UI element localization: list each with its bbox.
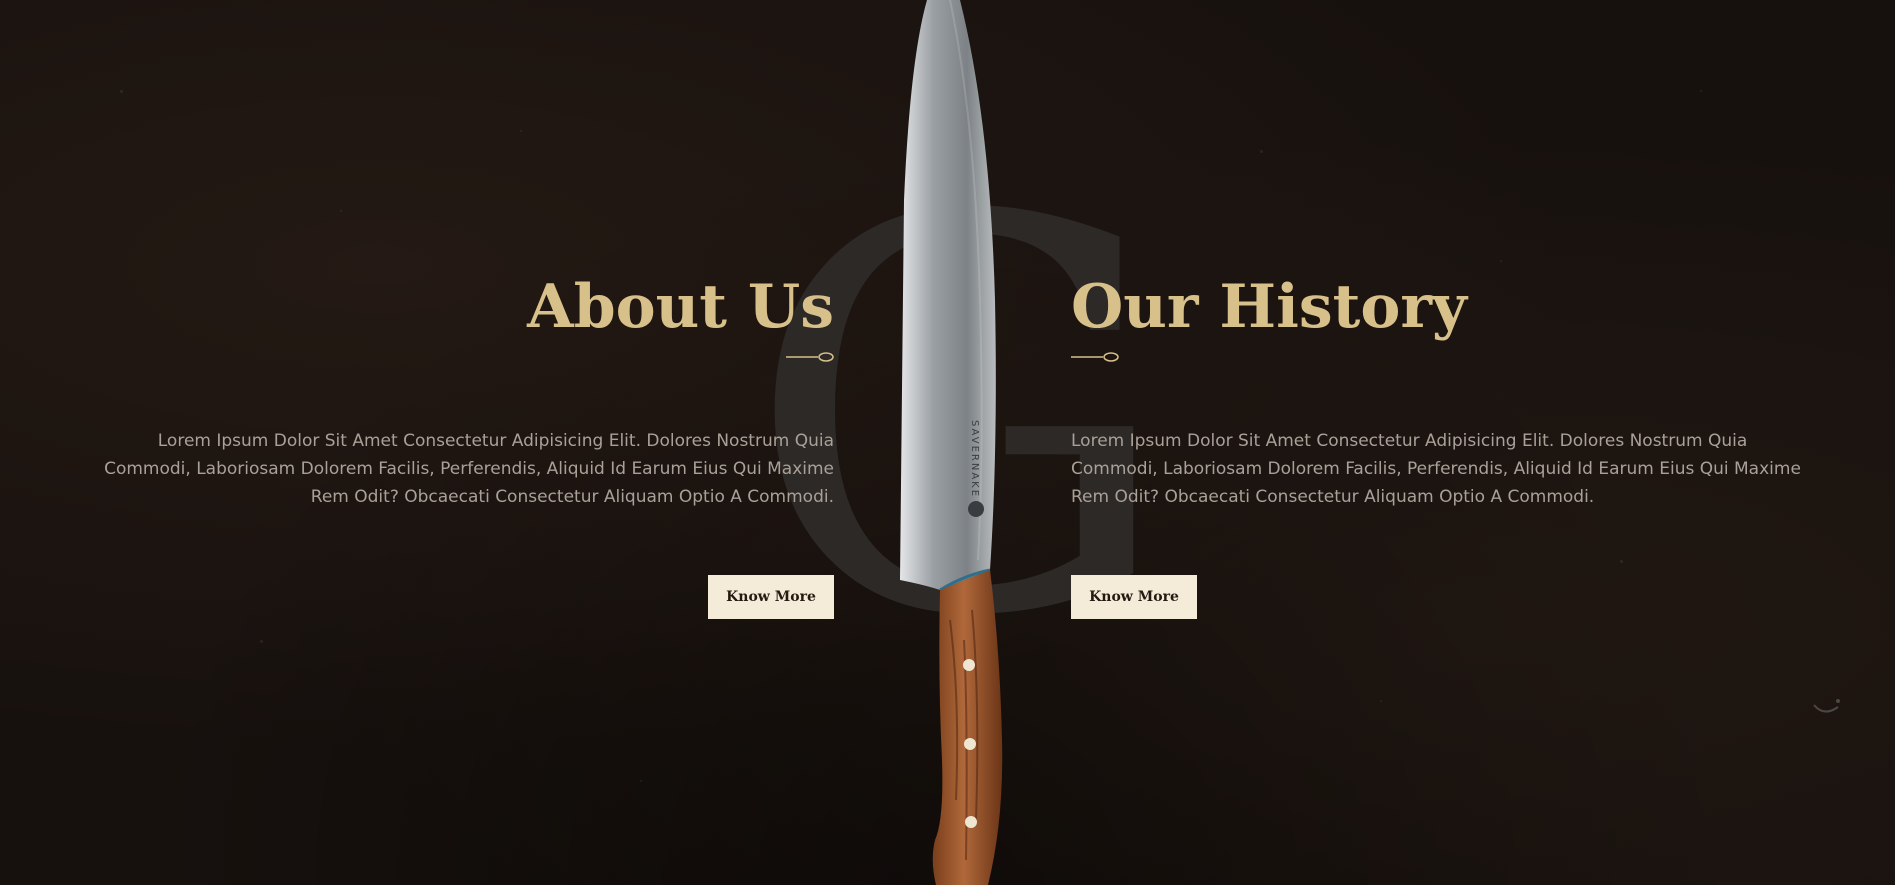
crescent-icon bbox=[1813, 699, 1840, 713]
spoon-divider-icon bbox=[786, 352, 834, 362]
about-title: About Us bbox=[527, 272, 834, 342]
history-description: Lorem Ipsum Dolor Sit Amet Consectetur A… bbox=[1071, 431, 1801, 507]
history-title: Our History bbox=[1071, 272, 1467, 342]
history-know-more-button[interactable]: Know More bbox=[1071, 575, 1197, 619]
about-description: Lorem Ipsum Dolor Sit Amet Consectetur A… bbox=[104, 431, 834, 507]
knife-image: SAVERNAKE bbox=[900, 0, 1003, 885]
about-know-more-button[interactable]: Know More bbox=[708, 575, 834, 619]
knife-brand: SAVERNAKE bbox=[969, 420, 980, 498]
spoon-divider-icon bbox=[1071, 352, 1119, 362]
